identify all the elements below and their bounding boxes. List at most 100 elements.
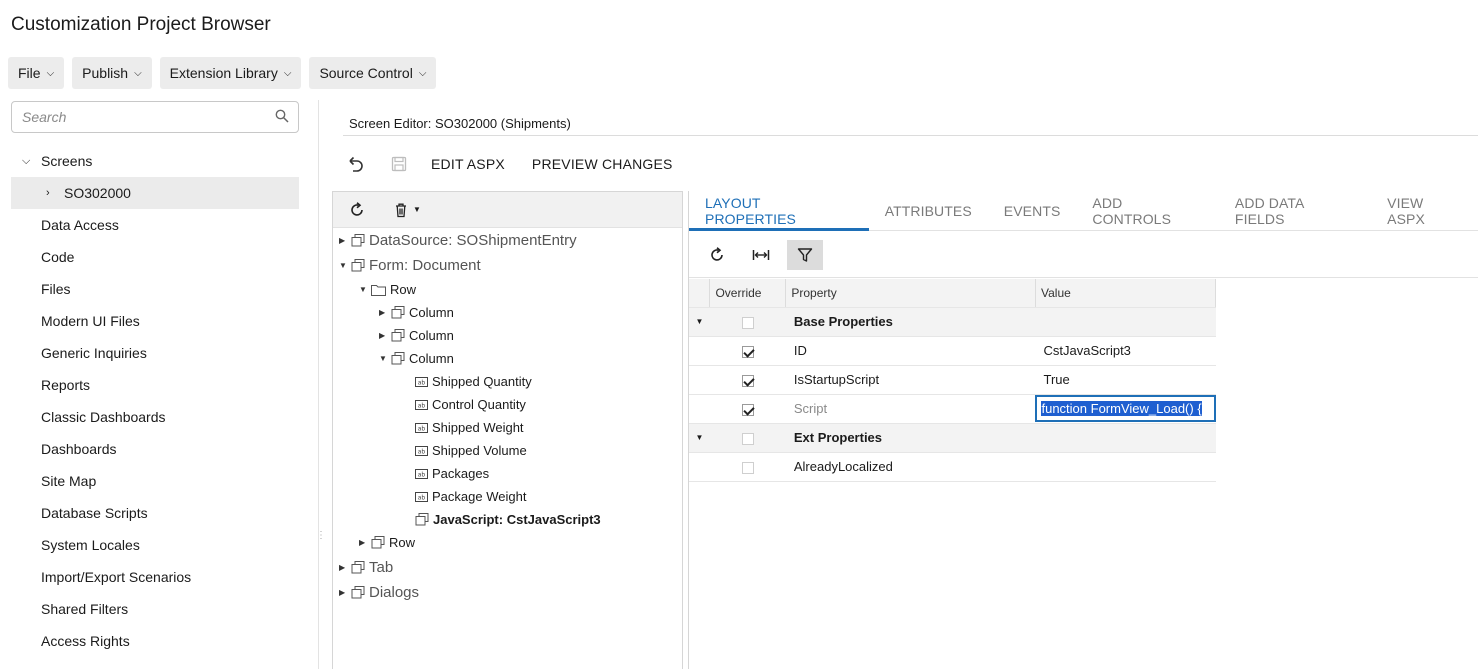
chevron-down-icon[interactable]: ⌵ [22, 155, 30, 168]
publish-menu-button[interactable]: Publish ⌵ [72, 57, 152, 89]
sidebar-item[interactable]: Classic Dashboards [11, 401, 299, 433]
sidebar-item[interactable]: Data Access [11, 209, 299, 241]
property-value[interactable]: CstJavaScript3 [1035, 336, 1216, 366]
panel-splitter[interactable] [318, 100, 319, 669]
refresh-icon[interactable] [699, 240, 735, 270]
chevron-down-icon: ⌵ [283, 67, 292, 79]
tree-node-field[interactable]: ab Control Quantity [415, 397, 526, 412]
expand-icon[interactable]: ▶ [339, 588, 351, 597]
collapse-icon[interactable]: ▼ [359, 285, 371, 294]
collapse-icon[interactable]: ▼ [689, 307, 710, 337]
grid-header-expand [689, 279, 711, 308]
filter-icon[interactable] [787, 239, 823, 270]
chevron-down-icon: ⌵ [134, 67, 142, 79]
source-control-menu-button[interactable]: Source Control ⌵ [309, 57, 437, 89]
tab-add-data-fields[interactable]: ADD DATA FIELDS [1219, 191, 1371, 231]
chevron-right-icon[interactable]: › [46, 187, 50, 199]
sidebar-item-screens[interactable]: ⌵ Screens [11, 145, 299, 177]
textbox-icon: ab [415, 422, 428, 433]
override-checkbox[interactable] [741, 345, 754, 358]
table-row: ▼ Base Properties [689, 307, 1216, 337]
expand-icon[interactable]: ▶ [379, 331, 391, 340]
control-icon [391, 329, 405, 342]
sidebar-item[interactable]: Shared Filters [11, 593, 299, 625]
sidebar-item[interactable]: Dashboards [11, 433, 299, 465]
tab-layout-properties[interactable]: LAYOUT PROPERTIES [689, 191, 869, 231]
tree-node-field[interactable]: ab Shipped Weight [415, 420, 524, 435]
expand-icon[interactable]: ▶ [339, 236, 351, 245]
tab-events[interactable]: EVENTS [988, 191, 1077, 231]
caret-down-icon[interactable]: ▼ [413, 205, 421, 214]
tree-node-field[interactable]: ab Package Weight [415, 489, 526, 504]
expand-icon[interactable]: ▶ [379, 308, 391, 317]
expand-icon[interactable]: ▶ [339, 563, 351, 572]
tree-node-field[interactable]: ab Shipped Quantity [415, 374, 532, 389]
tree-node-column[interactable]: ▼ Column [379, 351, 454, 366]
sidebar-item[interactable]: Import/Export Scenarios [11, 561, 299, 593]
grid-header-property[interactable]: Property [785, 279, 1036, 308]
tree-node-row[interactable]: ▶ Row [359, 535, 415, 550]
override-checkbox[interactable] [741, 432, 754, 445]
override-checkbox[interactable] [741, 374, 754, 387]
override-checkbox[interactable] [741, 461, 754, 474]
chevron-down-icon: ⌵ [46, 67, 55, 79]
edit-aspx-button[interactable]: EDIT ASPX [431, 156, 505, 172]
script-value-editor[interactable]: function FormView_Load() { [1035, 395, 1216, 422]
sidebar-item[interactable]: System Locales [11, 529, 299, 561]
sidebar-item[interactable]: Files [11, 273, 299, 305]
tree-node-form[interactable]: ▼ Form: Document [339, 257, 481, 274]
property-value[interactable] [1035, 452, 1216, 482]
table-row: IsStartupScript True [689, 365, 1216, 395]
editor-toolbar: EDIT ASPX PREVIEW CHANGES [343, 150, 700, 178]
table-row: Script function FormView_Load() { [689, 394, 1216, 424]
textbox-icon: ab [415, 445, 428, 456]
tree-node-dialogs[interactable]: ▶ Dialogs [339, 584, 419, 601]
tab-add-controls[interactable]: ADD CONTROLS [1076, 191, 1219, 231]
tree-node-field[interactable]: ab Packages [415, 466, 489, 481]
tree-node-column[interactable]: ▶ Column [379, 328, 454, 343]
file-menu-button[interactable]: File ⌵ [8, 57, 65, 89]
expand-icon[interactable]: ▶ [359, 538, 371, 547]
control-icon [371, 536, 385, 549]
override-checkbox[interactable] [741, 316, 754, 329]
extension-library-menu-button[interactable]: Extension Library ⌵ [159, 57, 302, 89]
tree-node-javascript[interactable]: JavaScript: CstJavaScript3 [415, 512, 601, 527]
tree-node-field[interactable]: ab Shipped Volume [415, 443, 527, 458]
collapse-icon[interactable]: ▼ [689, 423, 710, 453]
textbox-icon: ab [415, 468, 428, 479]
grid-header-value[interactable]: Value [1035, 279, 1217, 308]
save-icon[interactable] [387, 152, 411, 176]
tree-node-tab[interactable]: ▶ Tab [339, 559, 393, 576]
divider [343, 135, 1478, 136]
tab-attributes[interactable]: ATTRIBUTES [869, 191, 988, 231]
sidebar-item[interactable]: Generic Inquiries [11, 337, 299, 369]
sidebar-item[interactable]: Reports [11, 369, 299, 401]
tree-node-row[interactable]: ▼ Row [359, 282, 416, 297]
tree-node-datasource[interactable]: ▶ DataSource: SOShipmentEntry [339, 232, 577, 249]
tab-view-aspx[interactable]: VIEW ASPX [1371, 191, 1478, 231]
collapse-icon[interactable]: ▼ [339, 261, 351, 270]
sidebar-item[interactable]: Access Rights [11, 625, 299, 657]
property-name: Script [785, 394, 1036, 424]
sidebar-item[interactable]: Database Scripts [11, 497, 299, 529]
grid-header-override[interactable]: Override [709, 279, 787, 308]
property-value[interactable]: True [1035, 365, 1216, 395]
grid-header-row: Override Property Value [689, 279, 1217, 308]
delete-icon[interactable]: ▼ [389, 198, 425, 222]
override-checkbox[interactable] [741, 403, 754, 416]
search-icon[interactable] [275, 109, 289, 128]
undo-icon[interactable] [343, 152, 367, 176]
splitter-grip-icon[interactable]: ⋮ [316, 530, 326, 541]
sidebar-item-so302000[interactable]: › SO302000 [11, 177, 299, 209]
control-tree-panel: ▼ ▶ DataSource: SOShipmentEntry ▼ Form: … [332, 191, 683, 669]
sidebar-item[interactable]: Code [11, 241, 299, 273]
tree-node-column[interactable]: ▶ Column [379, 305, 454, 320]
fit-columns-icon[interactable] [743, 240, 779, 270]
collapse-icon[interactable]: ▼ [379, 354, 391, 363]
sidebar-item[interactable]: Modern UI Files [11, 305, 299, 337]
preview-changes-button[interactable]: PREVIEW CHANGES [532, 156, 673, 172]
sidebar-item[interactable]: Site Map [11, 465, 299, 497]
search-input[interactable] [20, 108, 270, 126]
control-icon [351, 234, 365, 247]
refresh-icon[interactable] [345, 198, 369, 222]
